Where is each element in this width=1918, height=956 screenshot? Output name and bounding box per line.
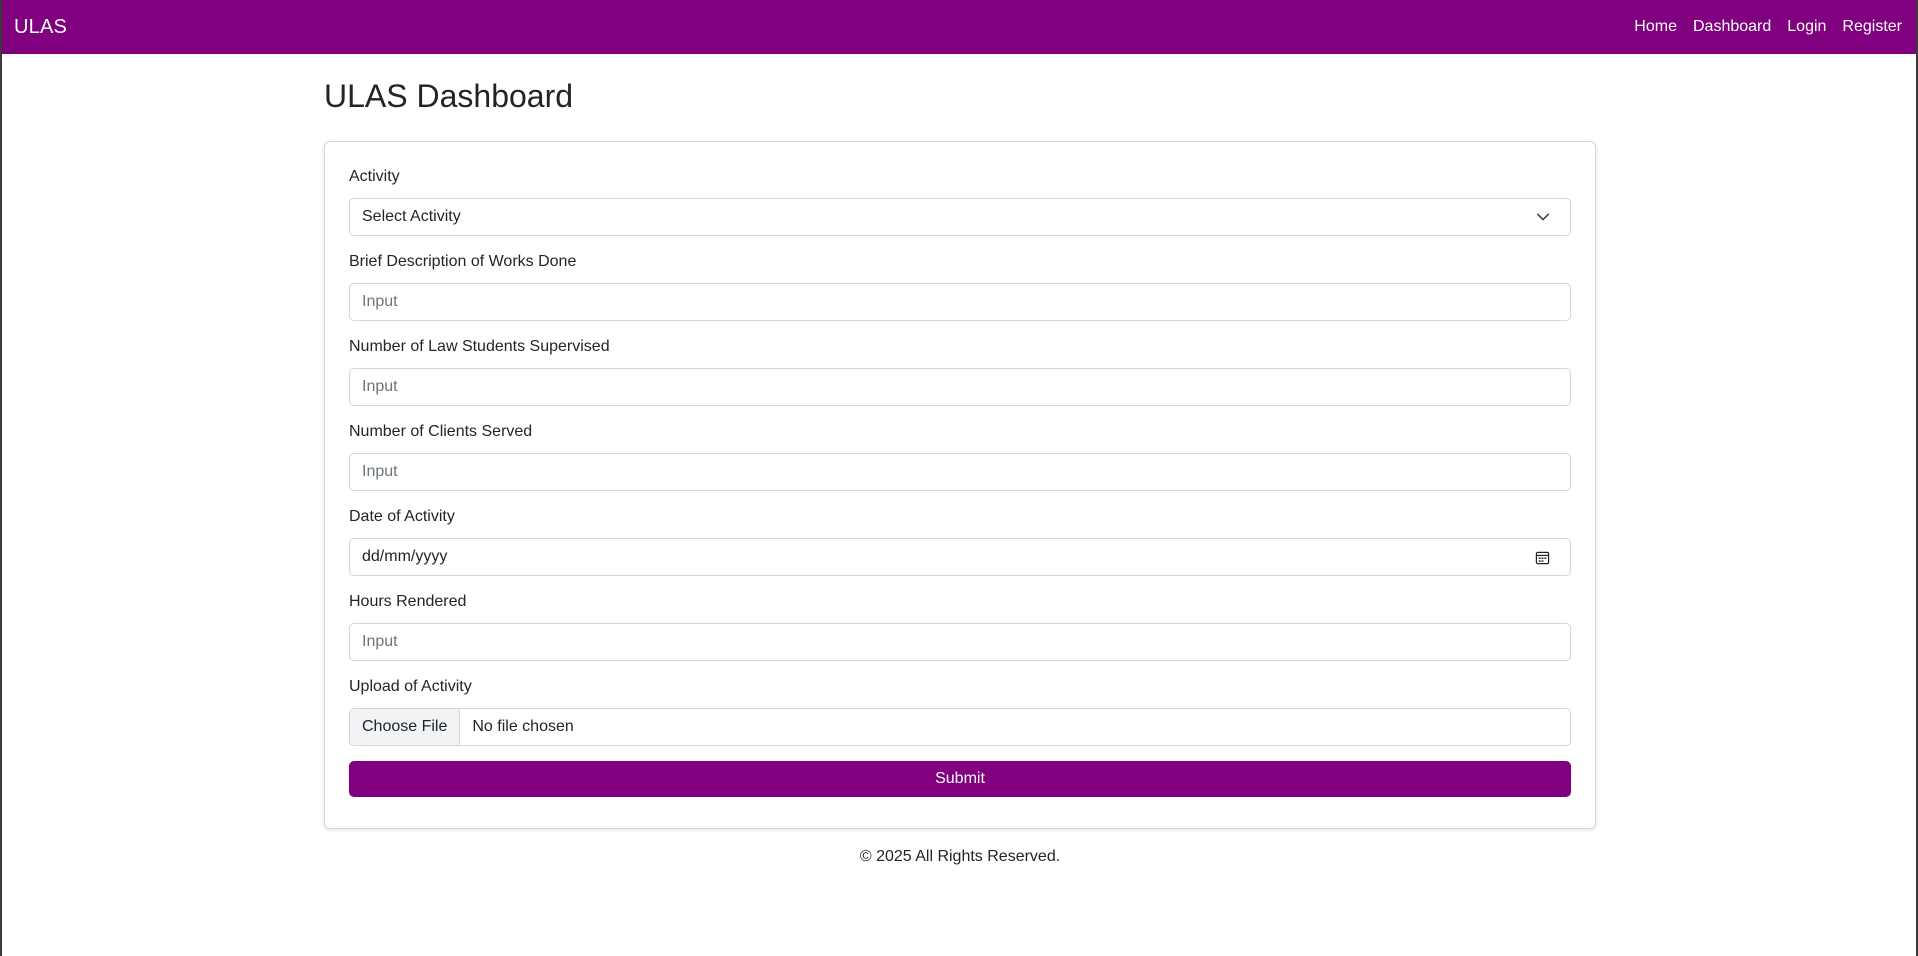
description-field: Brief Description of Works Done: [349, 253, 1571, 321]
submit-button[interactable]: Submit: [349, 761, 1571, 797]
file-status-text: No file chosen: [472, 718, 574, 735]
description-input[interactable]: [349, 283, 1571, 321]
choose-file-button[interactable]: Choose File: [350, 709, 461, 745]
activity-form-card: Activity Select Activity Brief Descripti…: [324, 141, 1596, 829]
date-field: Date of Activity dd/mm/yyyy: [349, 508, 1571, 576]
description-label: Brief Description of Works Done: [349, 253, 577, 270]
hours-field: Hours Rendered: [349, 593, 1571, 661]
nav-link-dashboard[interactable]: Dashboard: [1693, 18, 1771, 36]
file-input[interactable]: Choose File No file chosen: [349, 708, 1571, 746]
date-label: Date of Activity: [349, 508, 455, 525]
upload-field: Upload of Activity Choose File No file c…: [349, 678, 1571, 746]
activity-select[interactable]: Select Activity: [349, 198, 1571, 236]
students-supervised-label: Number of Law Students Supervised: [349, 338, 610, 355]
students-supervised-input[interactable]: [349, 368, 1571, 406]
calendar-icon[interactable]: [1535, 550, 1550, 565]
page-title: ULAS Dashboard: [324, 78, 574, 114]
nav-link-register[interactable]: Register: [1842, 18, 1902, 36]
activity-select-value: Select Activity: [362, 208, 461, 225]
hours-input[interactable]: [349, 623, 1571, 661]
date-input-value: dd/mm/yyyy: [362, 548, 448, 565]
activity-label: Activity: [349, 168, 400, 185]
date-input[interactable]: dd/mm/yyyy: [349, 538, 1571, 576]
clients-served-label: Number of Clients Served: [349, 423, 533, 440]
clients-served-field: Number of Clients Served: [349, 423, 1571, 491]
nav-link-home[interactable]: Home: [1634, 18, 1677, 36]
chevron-down-icon: [1536, 213, 1550, 221]
footer-copyright: © 2025 All Rights Reserved.: [859, 848, 1061, 865]
hours-label: Hours Rendered: [349, 593, 467, 610]
nav-links: Home Dashboard Login Register: [1634, 18, 1902, 36]
upload-label: Upload of Activity: [349, 678, 472, 695]
clients-served-input[interactable]: [349, 453, 1571, 491]
students-supervised-field: Number of Law Students Supervised: [349, 338, 1571, 406]
brand-link[interactable]: ULAS: [14, 16, 67, 39]
nav-link-login[interactable]: Login: [1787, 18, 1826, 36]
activity-field: Activity Select Activity: [349, 168, 1571, 236]
top-navbar: ULAS Home Dashboard Login Register: [2, 0, 1916, 54]
